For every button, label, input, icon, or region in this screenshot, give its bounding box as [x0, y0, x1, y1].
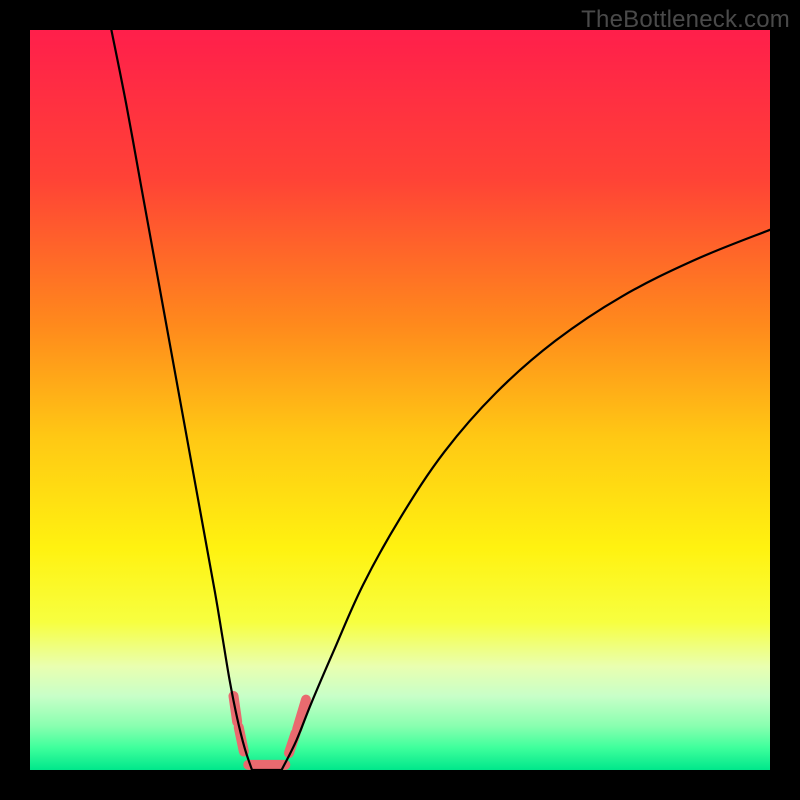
- chart-frame: TheBottleneck.com: [0, 0, 800, 800]
- series-left-branch: [111, 30, 252, 770]
- watermark-label: TheBottleneck.com: [581, 6, 790, 34]
- curve-layer: [30, 30, 770, 770]
- series-right-branch: [282, 230, 770, 770]
- series-group: [111, 30, 770, 770]
- sweet-spot-markers: [234, 696, 307, 765]
- plot-area: [30, 30, 770, 770]
